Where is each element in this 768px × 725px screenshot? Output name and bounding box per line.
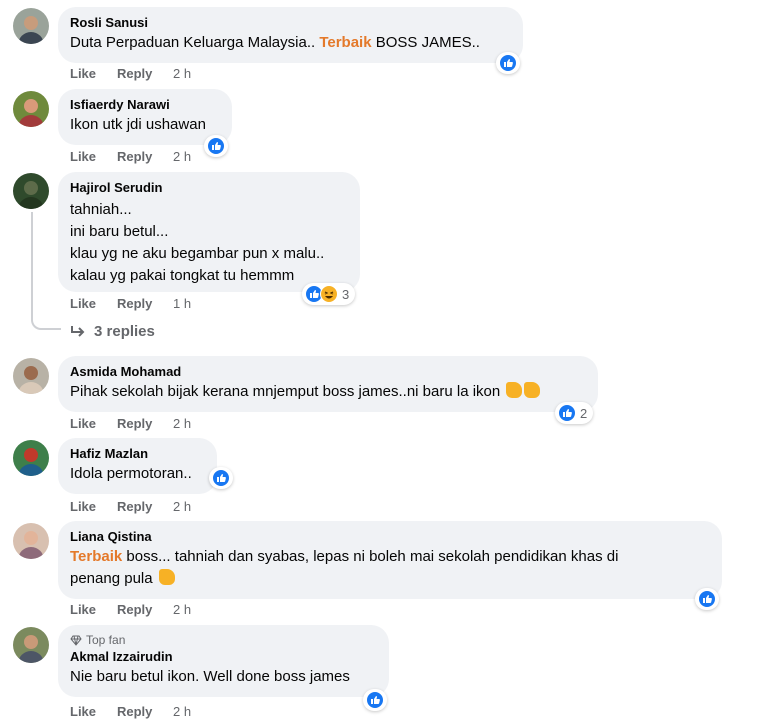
reaction-summary[interactable] xyxy=(363,689,387,711)
reaction-summary[interactable]: 3 xyxy=(302,283,356,305)
like-button[interactable]: Like xyxy=(70,66,117,82)
reaction-summary[interactable] xyxy=(496,52,520,74)
comment-author[interactable]: Liana Qistina xyxy=(70,529,710,545)
comment-bubble: Hafiz Mazlan Idola permotoran.. xyxy=(58,438,217,494)
avatar[interactable] xyxy=(13,358,49,394)
reply-button[interactable]: Reply xyxy=(117,499,173,515)
comment-actions: Like Reply 2 h xyxy=(70,66,191,82)
comment-text: Ikon utk jdi ushawan xyxy=(70,116,206,133)
comment-author[interactable]: Asmida Mohamad xyxy=(70,364,586,380)
thumbs-up-emoji-icon xyxy=(524,382,541,398)
reaction-summary[interactable] xyxy=(209,467,233,489)
thread-connector xyxy=(31,314,61,330)
reply-button[interactable]: Reply xyxy=(117,704,173,720)
avatar[interactable] xyxy=(13,627,49,663)
comment-actions: Like Reply 2 h xyxy=(70,149,191,165)
timestamp[interactable]: 2 h xyxy=(173,149,191,165)
like-button[interactable]: Like xyxy=(70,602,117,618)
timestamp[interactable]: 2 h xyxy=(173,602,191,618)
like-button[interactable]: Like xyxy=(70,499,117,515)
timestamp[interactable]: 2 h xyxy=(173,66,191,82)
thumbs-up-emoji-icon xyxy=(506,382,523,398)
comment-bubble: Top fan Akmal Izzairudin Nie baru betul … xyxy=(58,625,389,697)
comment-actions: Like Reply 2 h xyxy=(70,499,191,515)
reply-button[interactable]: Reply xyxy=(117,416,173,432)
thumbs-up-icon xyxy=(366,691,384,709)
reply-button[interactable]: Reply xyxy=(117,602,173,618)
like-button[interactable]: Like xyxy=(70,416,117,432)
like-button[interactable]: Like xyxy=(70,296,117,312)
avatar[interactable] xyxy=(13,523,49,559)
timestamp[interactable]: 2 h xyxy=(173,499,191,515)
thread-line xyxy=(31,212,33,316)
thumbs-up-emoji-icon xyxy=(158,569,175,585)
reply-button[interactable]: Reply xyxy=(117,296,173,312)
thumbs-up-icon xyxy=(698,590,716,608)
timestamp[interactable]: 2 h xyxy=(173,416,191,432)
comment-author[interactable]: Hafiz Mazlan xyxy=(70,446,205,462)
like-button[interactable]: Like xyxy=(70,149,117,165)
comment-actions: Like Reply 2 h xyxy=(70,416,191,432)
comment-author[interactable]: Isfiaerdy Narawi xyxy=(70,97,220,113)
reaction-count: 2 xyxy=(580,405,588,421)
laughing-face-icon xyxy=(320,285,338,303)
avatar[interactable] xyxy=(13,8,49,44)
comment-actions: Like Reply 1 h xyxy=(70,296,191,312)
avatar[interactable] xyxy=(13,440,49,476)
comment-text: Idola permotoran.. xyxy=(70,465,192,482)
comment-actions: Like Reply 2 h xyxy=(70,704,191,720)
reaction-summary[interactable] xyxy=(204,135,228,157)
comment-bubble: Rosli Sanusi Duta Perpaduan Keluarga Mal… xyxy=(58,7,523,63)
comment-line: kalau yg pakai tongkat tu hemmm xyxy=(70,267,295,284)
thumbs-up-icon xyxy=(499,54,517,72)
highlight-word[interactable]: Terbaik xyxy=(70,548,122,565)
reply-arrow-icon xyxy=(71,325,85,337)
thumbs-up-icon xyxy=(212,469,230,487)
reaction-count: 3 xyxy=(342,286,350,302)
comment-text: Terbaik boss... tahniah dan syabas, lepa… xyxy=(70,548,619,565)
comment-line: ini baru betul... xyxy=(70,223,169,240)
comment-text: Nie baru betul ikon. Well done boss jame… xyxy=(70,668,350,685)
comment-author[interactable]: Rosli Sanusi xyxy=(70,15,511,31)
comment-text: Pihak sekolah bijak kerana mnjemput boss… xyxy=(70,382,586,402)
timestamp[interactable]: 1 h xyxy=(173,296,191,312)
reply-button[interactable]: Reply xyxy=(117,149,173,165)
comment-bubble: Asmida Mohamad Pihak sekolah bijak keran… xyxy=(58,356,598,412)
comment-author[interactable]: Akmal Izzairudin xyxy=(70,649,377,665)
comment-author[interactable]: Hajirol Serudin xyxy=(70,180,348,196)
comment-text: Duta Perpaduan Keluarga Malaysia.. Terba… xyxy=(70,34,480,51)
comment-text: penang pula xyxy=(70,569,710,589)
view-replies-link[interactable]: 3 replies xyxy=(70,323,155,340)
timestamp[interactable]: 2 h xyxy=(173,704,191,720)
like-button[interactable]: Like xyxy=(70,704,117,720)
avatar[interactable] xyxy=(13,173,49,209)
top-fan-badge: Top fan xyxy=(70,633,377,647)
comment-line: tahniah... xyxy=(70,201,132,218)
reaction-summary[interactable] xyxy=(695,588,719,610)
reaction-summary[interactable]: 2 xyxy=(555,402,594,424)
replies-count-label[interactable]: 3 replies xyxy=(94,323,155,340)
diamond-icon xyxy=(70,635,82,646)
comment-bubble: Liana Qistina Terbaik boss... tahniah da… xyxy=(58,521,722,599)
highlight-word[interactable]: Terbaik xyxy=(319,34,371,51)
thumbs-up-icon xyxy=(207,137,225,155)
comment-bubble: Isfiaerdy Narawi Ikon utk jdi ushawan xyxy=(58,89,232,145)
comment-bubble: Hajirol Serudin tahniah... ini baru betu… xyxy=(58,172,360,292)
thumbs-up-icon xyxy=(558,404,576,422)
avatar[interactable] xyxy=(13,91,49,127)
reply-button[interactable]: Reply xyxy=(117,66,173,82)
comment-actions: Like Reply 2 h xyxy=(70,602,191,618)
comment-line: klau yg ne aku begambar pun x malu.. xyxy=(70,245,325,262)
top-fan-label: Top fan xyxy=(86,633,126,647)
